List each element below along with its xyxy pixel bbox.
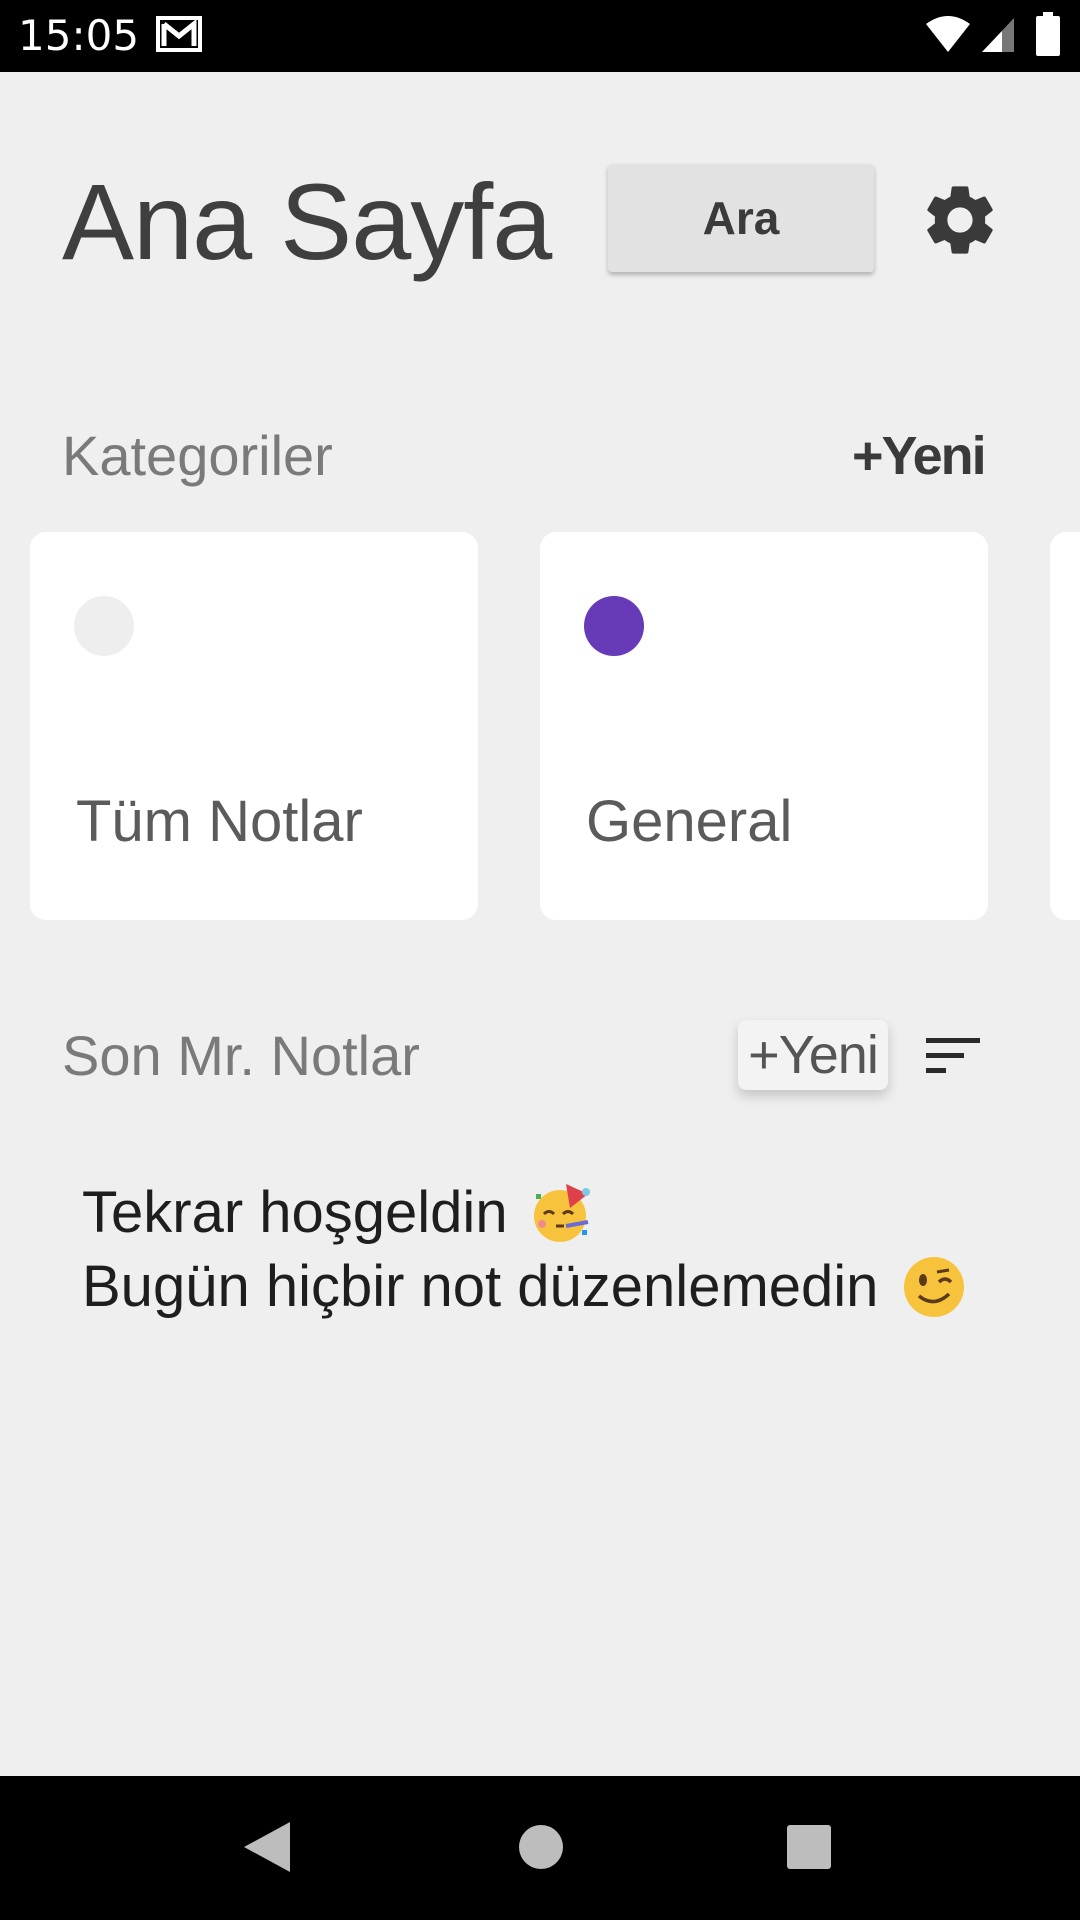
recents-icon[interactable] [786,1824,832,1870]
status-time: 15:05 [18,11,140,60]
categories-heading: Kategoriler [62,424,333,487]
home-icon[interactable] [518,1824,564,1870]
category-card-all-notes[interactable]: Tüm Notlar [30,532,478,920]
winking-face-emoji-icon [903,1256,964,1317]
welcome-line-1: Tekrar hoşgeldin [82,1176,967,1250]
category-color-dot [74,596,134,656]
status-bar: 15:05 [0,0,1080,72]
home-screen: 15:05 Ana Sayfa Ara Kategoriler +Yeni Tü… [0,0,1080,1920]
new-note-button[interactable]: +Yeni [738,1020,888,1090]
recent-notes-heading: Son Mr. Notlar [62,1024,420,1087]
welcome-greeting: Tekrar hoşgeldin [82,1180,508,1245]
search-button[interactable]: Ara [608,164,874,272]
category-card-general[interactable]: General [540,532,988,920]
new-category-button[interactable]: +Yeni [852,424,987,488]
battery-icon [1036,12,1060,56]
back-icon[interactable] [242,1820,292,1874]
wifi-icon [926,16,970,52]
category-label: General [586,789,793,854]
party-face-emoji-icon [533,1183,590,1242]
welcome-message: Tekrar hoşgeldin Bugün hiçbir not düzenl… [82,1176,967,1324]
page-title: Ana Sayfa [62,161,552,282]
sort-icon[interactable] [924,1036,982,1076]
signal-icon [982,18,1014,52]
mail-icon [156,16,202,52]
welcome-status: Bugün hiçbir not düzenlemedin [82,1254,879,1319]
category-label: Tüm Notlar [76,789,363,854]
category-card-partial[interactable] [1050,532,1080,920]
system-nav-bar [0,1776,1080,1920]
category-color-dot [584,596,644,656]
gear-icon[interactable] [918,178,1002,262]
welcome-line-2: Bugün hiçbir not düzenlemedin [82,1250,967,1324]
